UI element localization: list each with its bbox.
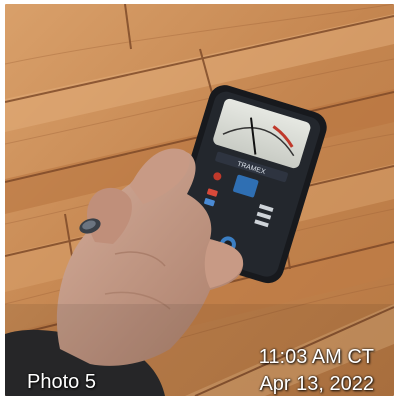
timestamp-date: Apr 13, 2022 bbox=[259, 373, 374, 395]
photo-label: Photo 5 bbox=[27, 371, 96, 393]
timestamp-time: 11:03 AM CT bbox=[258, 346, 374, 368]
photo-image: TRAMEX Photo 5 11:03 AM CT Apr 13, 2022 bbox=[5, 4, 394, 396]
